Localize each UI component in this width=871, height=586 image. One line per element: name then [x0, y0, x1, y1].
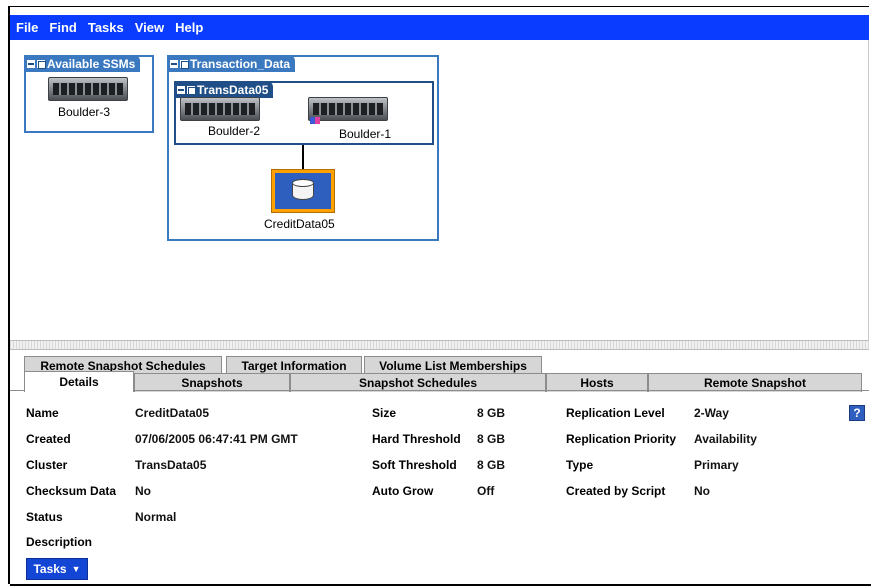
label-soft-threshold: Soft Threshold — [372, 458, 457, 472]
maximize-icon[interactable] — [187, 85, 196, 95]
drive-bays — [313, 103, 383, 115]
node-label-boulder-1: Boulder-1 — [339, 127, 392, 141]
value-auto-grow: Off — [477, 484, 495, 498]
maximize-icon[interactable] — [180, 59, 189, 69]
available-ssms-label: Available SSMs — [47, 56, 136, 71]
value-size: 8 GB — [477, 406, 506, 420]
node-label-boulder-3: Boulder-3 — [58, 105, 111, 119]
label-type: Type — [566, 458, 594, 472]
menu-tasks[interactable]: Tasks — [88, 20, 124, 35]
drive-bays — [185, 103, 255, 115]
collapse-icon[interactable] — [27, 59, 35, 68]
detail-tabs: Remote Snapshot Schedules Target Informa… — [10, 350, 869, 392]
app-window: File Find Tasks View Help Available SSMs… — [8, 6, 871, 586]
menu-view[interactable]: View — [135, 20, 164, 35]
pane-splitter[interactable] — [10, 340, 869, 350]
tab-divider — [10, 390, 869, 391]
label-size: Size — [372, 406, 397, 420]
transaction-data-title[interactable]: Transaction_Data — [167, 55, 296, 72]
transaction-data-group[interactable]: Transaction_Data TransData05 Boulder-2 B… — [167, 55, 439, 241]
value-replication-level: 2-Way — [694, 406, 729, 420]
available-ssms-group[interactable]: Available SSMs Boulder-3 — [24, 55, 154, 133]
value-type: Primary — [694, 458, 739, 472]
storage-node-boulder-3[interactable] — [48, 77, 128, 101]
disk-top — [292, 179, 314, 187]
storage-node-boulder-2[interactable] — [180, 97, 260, 121]
collapse-icon[interactable] — [170, 59, 178, 68]
menu-file[interactable]: File — [16, 20, 38, 35]
drive-bays — [53, 83, 123, 95]
collapse-icon[interactable] — [177, 85, 185, 94]
transaction-data-label: Transaction_Data — [190, 56, 291, 71]
maximize-icon[interactable] — [37, 59, 46, 69]
volume-label: CreditData05 — [264, 217, 335, 231]
tab-details[interactable]: Details — [24, 371, 134, 392]
label-replication-priority: Replication Priority — [566, 432, 677, 446]
help-icon[interactable]: ? — [849, 405, 865, 421]
transdata05-label: TransData05 — [197, 82, 269, 97]
value-hard-threshold: 8 GB — [477, 432, 506, 446]
disk-icon — [290, 178, 316, 204]
storage-node-boulder-1[interactable] — [308, 97, 388, 121]
manager-flag-icon — [310, 117, 320, 124]
label-hard-threshold: Hard Threshold — [372, 432, 461, 446]
node-label-boulder-2: Boulder-2 — [208, 124, 261, 138]
menu-bar: File Find Tasks View Help — [10, 15, 869, 40]
value-status: Normal — [135, 510, 177, 524]
label-description: Description — [26, 535, 93, 549]
available-ssms-title[interactable]: Available SSMs — [24, 55, 141, 72]
volume-icon-bg — [275, 173, 331, 209]
label-created: Created — [26, 432, 71, 446]
label-created-by-script: Created by Script — [566, 484, 666, 498]
label-status: Status — [26, 510, 63, 524]
value-name: CreditData05 — [135, 406, 210, 420]
value-cluster: TransData05 — [135, 458, 207, 472]
transdata05-title[interactable]: TransData05 — [174, 81, 274, 98]
transdata05-cluster[interactable]: TransData05 Boulder-2 Boulder-1 — [174, 81, 434, 145]
label-checksum-data: Checksum Data — [26, 484, 117, 498]
details-panel: Name CreditData05 Created 07/06/2005 06:… — [10, 392, 869, 584]
connection-line — [302, 145, 304, 171]
value-replication-priority: Availability — [694, 432, 757, 446]
menu-find[interactable]: Find — [49, 20, 76, 35]
volume-creditdata05[interactable] — [271, 169, 335, 213]
label-auto-grow: Auto Grow — [372, 484, 434, 498]
menu-help[interactable]: Help — [175, 20, 203, 35]
tasks-button[interactable]: Tasks ▼ — [26, 558, 88, 580]
value-soft-threshold: 8 GB — [477, 458, 506, 472]
value-created: 07/06/2005 06:47:41 PM GMT — [135, 432, 298, 446]
label-cluster: Cluster — [26, 458, 68, 472]
value-created-by-script: No — [694, 484, 710, 498]
topology-canvas: Available SSMs Boulder-3 Transaction_Dat… — [10, 40, 869, 340]
label-replication-level: Replication Level — [566, 406, 665, 420]
caret-down-icon: ▼ — [71, 564, 81, 574]
value-checksum-data: No — [135, 484, 151, 498]
label-name: Name — [26, 406, 59, 420]
tasks-button-label: Tasks — [33, 562, 67, 576]
